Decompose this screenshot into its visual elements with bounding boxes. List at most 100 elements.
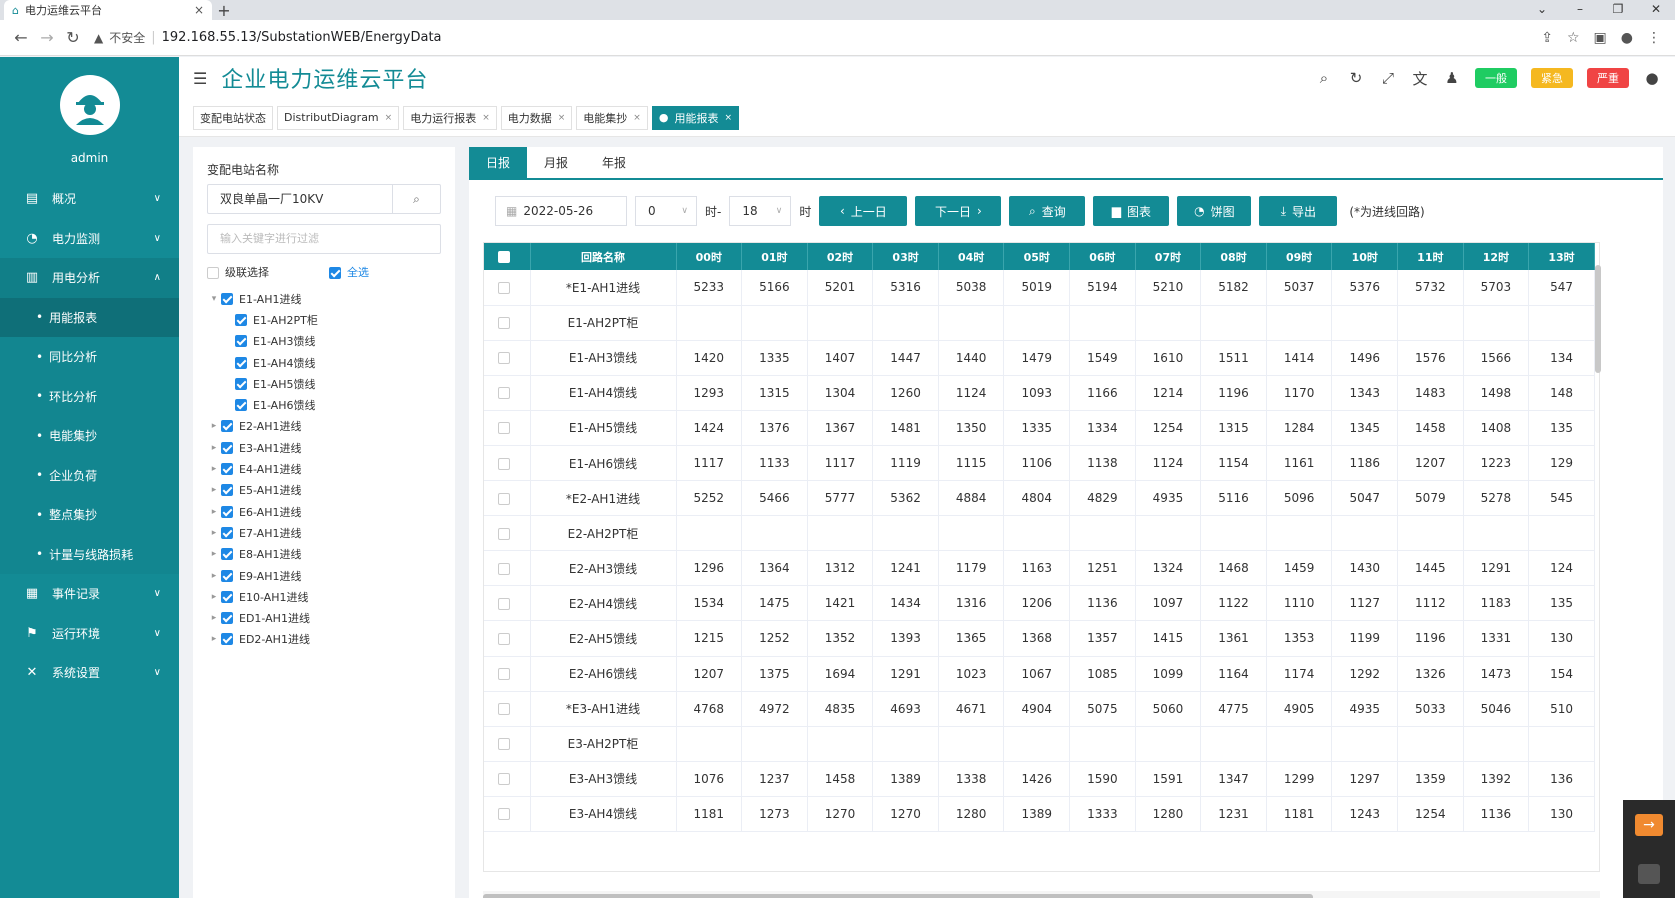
- row-checkbox[interactable]: [484, 515, 531, 552]
- scrollbar-thumb[interactable]: [483, 894, 1313, 898]
- hour-from-select[interactable]: 0 ∨: [635, 196, 697, 226]
- caret-right-icon[interactable]: ▸: [207, 507, 221, 517]
- close-icon[interactable]: ×: [558, 113, 566, 123]
- export-button[interactable]: ⤓ 导出: [1259, 196, 1338, 226]
- hour-to-select[interactable]: 18 ∨: [729, 196, 792, 226]
- tab-search-icon[interactable]: ⌄: [1523, 0, 1561, 20]
- close-tab-icon[interactable]: ×: [194, 3, 204, 17]
- browser-menu-icon[interactable]: ⋮: [1647, 30, 1661, 46]
- close-icon[interactable]: ×: [385, 113, 393, 123]
- date-picker[interactable]: ▦ 2022-05-26: [495, 196, 627, 226]
- station-select[interactable]: 双良单晶一厂10KV ⌕: [207, 184, 441, 214]
- caret-right-icon[interactable]: ▸: [207, 549, 221, 559]
- row-checkbox[interactable]: [484, 340, 531, 376]
- alarm-urgent-badge[interactable]: 紧急: [1531, 68, 1573, 88]
- row-checkbox[interactable]: [484, 796, 531, 833]
- sidebar-item-environment[interactable]: ⚑ 运行环境 ∨: [0, 614, 179, 654]
- tree-checkbox[interactable]: [221, 420, 233, 433]
- tree-node[interactable]: ▸ E5-AH1进线: [207, 480, 441, 501]
- row-checkbox[interactable]: [484, 761, 531, 797]
- tree-node-child[interactable]: E1-AH2PT柜: [207, 309, 441, 330]
- caret-right-icon[interactable]: ▸: [207, 634, 221, 644]
- tab-daily[interactable]: 日报: [469, 147, 528, 178]
- cascade-checkbox[interactable]: 级联选择: [207, 264, 269, 280]
- search-icon[interactable]: ⌕: [1315, 69, 1333, 87]
- caret-right-icon[interactable]: ▸: [207, 571, 221, 581]
- share-icon[interactable]: ⇪: [1541, 30, 1553, 46]
- next-day-button[interactable]: 下一日 ›: [915, 196, 1002, 226]
- tree-node[interactable]: ▾ E1-AH1进线: [207, 288, 441, 309]
- sidebar-item-power-monitoring[interactable]: ◔ 电力监测 ∨: [0, 219, 179, 259]
- tab-yearly[interactable]: 年报: [585, 147, 643, 178]
- row-checkbox[interactable]: [484, 480, 531, 517]
- row-checkbox[interactable]: [484, 726, 531, 762]
- tree-node-child[interactable]: E1-AH5馈线: [207, 373, 441, 394]
- select-all-checkbox[interactable]: 全选: [329, 264, 369, 280]
- tree-node[interactable]: ▸ E4-AH1进线: [207, 458, 441, 479]
- tree-node[interactable]: ▸ E10-AH1进线: [207, 586, 441, 607]
- translate-icon[interactable]: 文: [1411, 68, 1429, 89]
- tree-checkbox[interactable]: [221, 633, 233, 646]
- row-checkbox[interactable]: [484, 550, 531, 587]
- alarm-severe-badge[interactable]: 严重: [1587, 68, 1629, 88]
- tree-node-child[interactable]: E1-AH4馈线: [207, 352, 441, 373]
- table-vertical-scrollbar[interactable]: [1595, 265, 1601, 373]
- tree-checkbox[interactable]: [221, 569, 233, 582]
- page-tab-run-report[interactable]: 电力运行报表 ×: [403, 105, 497, 130]
- minimize-button[interactable]: –: [1561, 0, 1599, 20]
- tree-checkbox[interactable]: [235, 399, 247, 412]
- restore-button[interactable]: ❐: [1599, 0, 1637, 20]
- page-tab-diagram[interactable]: DistributDiagram ×: [277, 105, 400, 130]
- tree-node[interactable]: ▸ E7-AH1进线: [207, 522, 441, 543]
- sidebar-subitem-meter-reading[interactable]: • 电能集抄: [0, 416, 179, 456]
- tree-node[interactable]: ▸ E8-AH1进线: [207, 544, 441, 565]
- caret-right-icon[interactable]: ▸: [207, 528, 221, 538]
- sidebar-subitem-yoy[interactable]: • 同比分析: [0, 337, 179, 377]
- sidebar-subitem-hourly-reading[interactable]: • 整点集抄: [0, 495, 179, 535]
- hamburger-menu-icon[interactable]: ☰: [193, 69, 207, 88]
- url-field[interactable]: ▲ 不安全 | 192.168.55.13/SubstationWEB/Ener…: [94, 29, 1541, 46]
- arrow-right-icon[interactable]: →: [1635, 814, 1663, 836]
- bookmark-star-icon[interactable]: ☆: [1567, 30, 1580, 46]
- row-checkbox[interactable]: [484, 270, 531, 306]
- sidebar-item-settings[interactable]: ✕ 系统设置 ∨: [0, 653, 179, 693]
- close-icon[interactable]: ×: [724, 113, 732, 123]
- sidebar-item-events[interactable]: ▦ 事件记录 ∨: [0, 574, 179, 614]
- tree-checkbox[interactable]: [235, 335, 247, 348]
- new-tab-button[interactable]: +: [212, 0, 236, 20]
- tree-node[interactable]: ▸ E6-AH1进线: [207, 501, 441, 522]
- page-tab-energy-report[interactable]: ● 用能报表 ×: [651, 105, 739, 130]
- tree-checkbox[interactable]: [221, 612, 233, 625]
- close-icon[interactable]: ×: [633, 113, 641, 123]
- fullscreen-icon[interactable]: ⤢: [1379, 69, 1397, 87]
- tree-checkbox[interactable]: [235, 356, 247, 369]
- refresh-icon[interactable]: ↻: [1347, 69, 1365, 87]
- tree-checkbox[interactable]: [221, 526, 233, 539]
- tree-checkbox[interactable]: [221, 505, 233, 518]
- tree-node[interactable]: ▸ E2-AH1进线: [207, 416, 441, 437]
- tree-checkbox[interactable]: [221, 590, 233, 603]
- tree-checkbox[interactable]: [221, 548, 233, 561]
- tree-node[interactable]: ▸ ED2-AH1进线: [207, 629, 441, 650]
- tree-node[interactable]: ▸ E9-AH1进线: [207, 565, 441, 586]
- profile-icon[interactable]: ●: [1621, 30, 1633, 46]
- tree-checkbox[interactable]: [235, 313, 247, 326]
- page-tab-meter-reading[interactable]: 电能集抄 ×: [576, 105, 648, 130]
- page-tab-power-data[interactable]: 电力数据 ×: [500, 105, 573, 130]
- tab-monthly[interactable]: 月报: [527, 147, 585, 178]
- row-checkbox[interactable]: [484, 375, 531, 411]
- header-select-all[interactable]: [484, 243, 531, 270]
- tree-checkbox[interactable]: [221, 441, 233, 454]
- pie-button[interactable]: ◔ 饼图: [1177, 196, 1252, 226]
- caret-right-icon[interactable]: ▸: [207, 613, 221, 623]
- sidebar-subitem-load[interactable]: • 企业负荷: [0, 455, 179, 495]
- row-checkbox[interactable]: [484, 410, 531, 446]
- folder-icon[interactable]: [1638, 864, 1660, 884]
- user-icon[interactable]: ●: [1643, 69, 1661, 87]
- caret-down-icon[interactable]: ▾: [207, 294, 221, 304]
- row-checkbox[interactable]: [484, 305, 531, 341]
- tree-node-child[interactable]: E1-AH6馈线: [207, 394, 441, 415]
- browser-tab[interactable]: ⌂ 电力运维云平台 ×: [4, 0, 212, 20]
- query-button[interactable]: ⌕ 查询: [1009, 196, 1086, 226]
- sidepanel-icon[interactable]: ▣: [1594, 30, 1607, 46]
